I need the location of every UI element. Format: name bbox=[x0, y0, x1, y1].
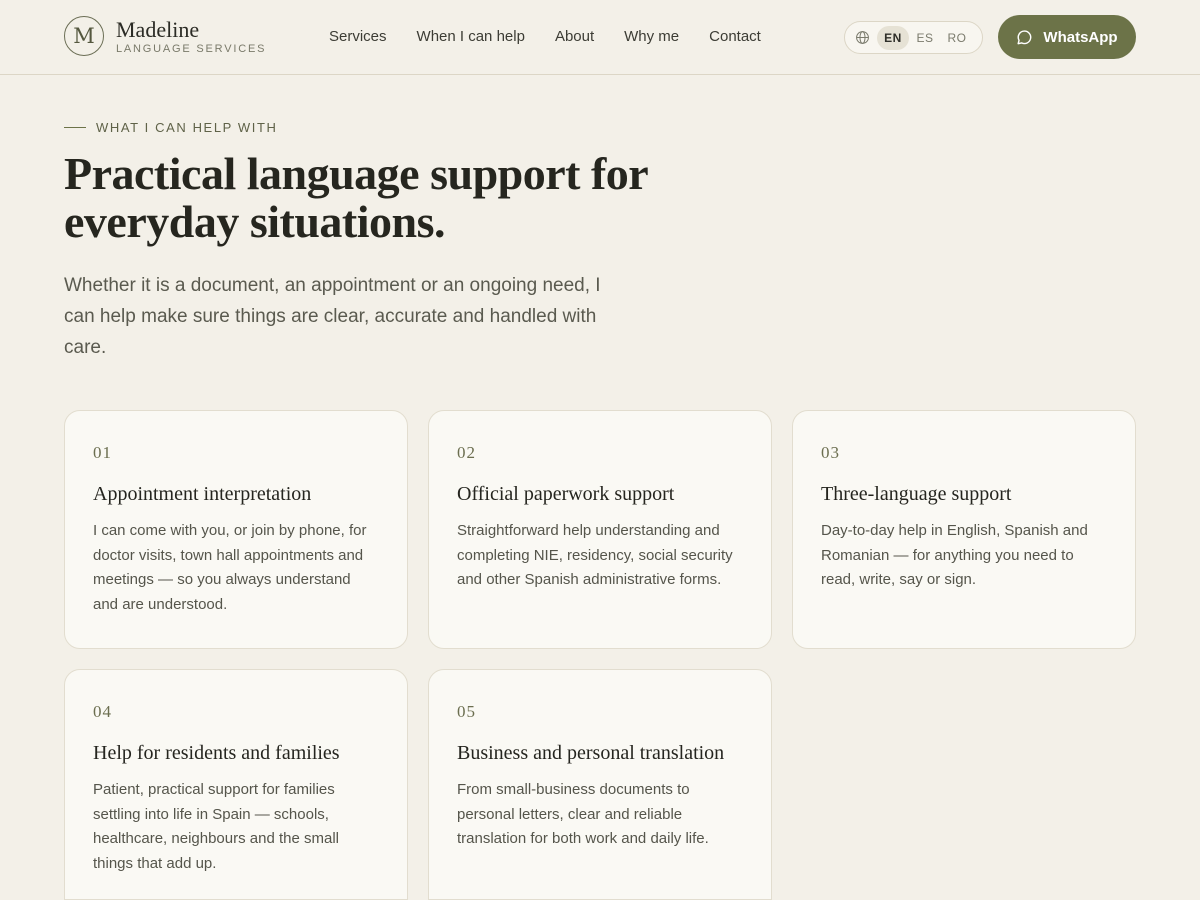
service-card: 01 Appointment interpretation I can come… bbox=[64, 410, 408, 649]
service-description: Straightforward help understanding and c… bbox=[457, 522, 733, 588]
service-description: From small-business documents to persona… bbox=[457, 781, 709, 847]
service-card: 03 Three-language support Day-to-day hel… bbox=[792, 410, 1136, 649]
brand-monogram: M bbox=[64, 16, 104, 56]
service-number: 03 bbox=[821, 443, 840, 462]
nav-item-about[interactable]: About bbox=[555, 27, 594, 47]
service-number: 01 bbox=[93, 443, 112, 462]
service-card: 02 Official paperwork support Straightfo… bbox=[428, 410, 772, 649]
service-title: Three-language support bbox=[821, 483, 1012, 505]
service-description: I can come with you, or join by phone, f… bbox=[93, 522, 367, 613]
service-number: 05 bbox=[457, 702, 476, 721]
eyebrow-divider bbox=[64, 127, 86, 128]
brand-logo[interactable]: M Madeline LANGUAGE SERVICES bbox=[64, 16, 266, 56]
site-header: M Madeline LANGUAGE SERVICES Services Wh… bbox=[0, 0, 1200, 75]
service-description: Patient, practical support for families … bbox=[93, 781, 339, 872]
service-number: 02 bbox=[457, 443, 476, 462]
nav-item-why-me[interactable]: Why me bbox=[624, 27, 679, 47]
service-number: 04 bbox=[93, 702, 112, 721]
service-title: Business and personal translation bbox=[457, 742, 725, 764]
section-eyebrow: WHAT I CAN HELP WITH bbox=[64, 120, 278, 135]
whatsapp-button[interactable]: WhatsApp bbox=[998, 15, 1136, 59]
eyebrow-text: WHAT I CAN HELP WITH bbox=[96, 120, 278, 135]
globe-icon bbox=[856, 31, 869, 44]
brand-name: Madeline bbox=[116, 16, 200, 42]
brand-text: Madeline LANGUAGE SERVICES bbox=[116, 16, 267, 55]
whatsapp-label: WhatsApp bbox=[1043, 28, 1118, 46]
service-title: Help for residents and families bbox=[93, 742, 340, 764]
service-card: 04 Help for residents and families Patie… bbox=[64, 669, 408, 900]
language-option-es[interactable]: ES bbox=[909, 26, 941, 50]
service-description: Day-to-day help in English, Spanish and … bbox=[821, 522, 1088, 588]
nav-item-contact[interactable]: Contact bbox=[709, 27, 761, 47]
language-option-en[interactable]: EN bbox=[877, 25, 909, 50]
service-title: Official paperwork support bbox=[457, 483, 675, 505]
chat-bubble-icon bbox=[1017, 29, 1032, 44]
main-nav: Services When I can help About Why me Co… bbox=[329, 27, 761, 47]
nav-item-when-i-can-help[interactable]: When I can help bbox=[417, 27, 525, 47]
page-subtitle: Whether it is a document, an appointment… bbox=[64, 275, 601, 358]
language-switcher: EN ES RO bbox=[844, 21, 983, 54]
page-title: Practical language support for everyday … bbox=[64, 148, 648, 247]
service-title: Appointment interpretation bbox=[93, 483, 312, 505]
service-card: 05 Business and personal translation Fro… bbox=[428, 669, 772, 900]
brand-tagline: LANGUAGE SERVICES bbox=[116, 42, 267, 55]
nav-item-services[interactable]: Services bbox=[329, 27, 387, 47]
language-option-ro[interactable]: RO bbox=[941, 26, 973, 50]
